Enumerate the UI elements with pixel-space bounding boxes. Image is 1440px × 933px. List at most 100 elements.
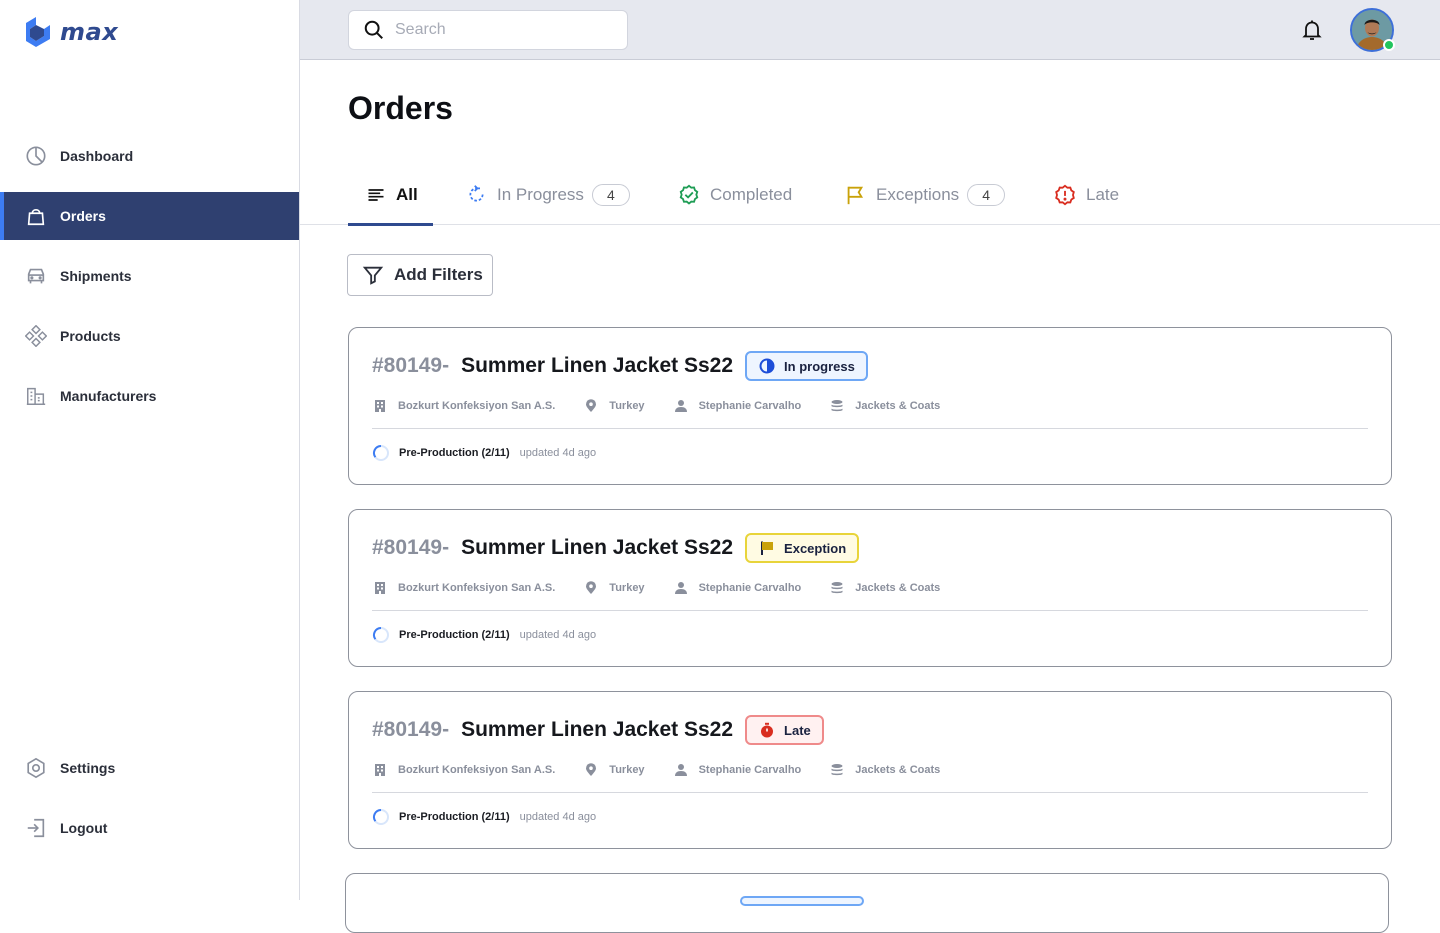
sidebar-item-settings[interactable]: Settings	[0, 744, 299, 792]
category: Jackets & Coats	[855, 400, 941, 412]
status-badge: In progress	[745, 351, 868, 381]
logout-icon	[24, 816, 48, 840]
tab-all[interactable]: All	[348, 164, 433, 226]
meta-assignee: Stephanie Carvalho	[673, 398, 802, 414]
order-id: #80149-	[372, 718, 450, 741]
meta-manufacturer: Bozkurt Konfeksiyon San A.S.	[372, 580, 555, 596]
updated-time: updated 4d ago	[519, 447, 597, 459]
status-badge-label: Exception	[784, 540, 847, 556]
updated-time: updated 4d ago	[519, 629, 597, 641]
stack-icon	[829, 762, 845, 778]
add-filters-button[interactable]: Add Filters	[347, 254, 493, 296]
tab-label: All	[396, 184, 418, 204]
filter-icon	[362, 266, 384, 285]
order-card[interactable]: #80149- Summer Linen Jacket Ss22 Excepti…	[348, 509, 1392, 667]
status-badge	[740, 896, 864, 906]
order-card-header: #80149- Summer Linen Jacket Ss22 In prog…	[372, 350, 868, 382]
stage-label: Pre-Production (2/11)	[399, 447, 510, 459]
tab-in-progress[interactable]: In Progress 4	[466, 164, 630, 225]
search-input[interactable]	[395, 21, 615, 39]
sidebar-item-shipments[interactable]: Shipments	[0, 252, 299, 300]
order-card[interactable]: #80149- Summer Linen Jacket Ss22 In prog…	[348, 327, 1392, 485]
assignee-name: Stephanie Carvalho	[698, 400, 802, 412]
sidebar-item-logout[interactable]: Logout	[0, 804, 299, 852]
sidebar-item-label: Products	[60, 328, 121, 344]
card-divider	[372, 792, 1368, 793]
status-badge-label: Late	[784, 722, 811, 738]
status-badge: Exception	[745, 533, 860, 563]
stopwatch-icon	[758, 721, 776, 739]
stage-label: Pre-Production (2/11)	[399, 811, 510, 823]
truck-icon	[24, 264, 48, 288]
flag-icon	[758, 539, 776, 557]
user-icon	[673, 398, 689, 414]
sidebar-item-label: Settings	[60, 760, 116, 776]
meta-assignee: Stephanie Carvalho	[673, 762, 801, 778]
tab-label: Late	[1086, 184, 1120, 204]
stack-icon	[829, 580, 845, 596]
order-tabs: All In Progress 4 Completed Exceptions 4…	[300, 164, 1440, 226]
updated-time: updated 4d ago	[519, 811, 597, 823]
sidebar-item-label: Shipments	[60, 268, 132, 284]
tab-late[interactable]: Late	[1054, 164, 1119, 225]
card-divider	[372, 610, 1368, 611]
list-icon	[368, 188, 384, 201]
tab-label: In Progress	[497, 184, 584, 204]
location-pin-icon	[583, 762, 599, 778]
order-id: #80149-	[372, 354, 450, 377]
progress-spinner-icon	[373, 445, 389, 461]
order-stage: Pre-Production (2/11) updated 4d ago	[372, 626, 596, 644]
stage-label: Pre-Production (2/11)	[399, 629, 510, 641]
location-pin-icon	[583, 398, 599, 414]
tab-count-badge: 4	[591, 183, 630, 206]
bell-icon[interactable]	[1300, 18, 1324, 42]
manufacturer-name: Bozkurt Konfeksiyon San A.S.	[398, 582, 556, 594]
page-title: Orders	[348, 90, 453, 126]
order-name[interactable]: Summer Linen Jacket Ss22	[461, 536, 733, 560]
sidebar-item-orders[interactable]: Orders	[0, 192, 299, 240]
factory-icon	[24, 384, 48, 408]
sidebar-item-label: Orders	[60, 208, 106, 224]
products-icon	[24, 324, 48, 348]
gear-icon	[24, 756, 48, 780]
order-id: #80149-	[372, 536, 450, 559]
sidebar-item-manufacturers[interactable]: Manufacturers	[0, 372, 299, 420]
topbar	[300, 0, 1440, 60]
order-name[interactable]: Summer Linen Jacket Ss22	[461, 718, 733, 742]
user-icon	[673, 580, 689, 596]
progress-spinner-icon	[373, 809, 389, 825]
meta-assignee: Stephanie Carvalho	[673, 580, 801, 596]
flag-icon	[847, 186, 864, 204]
manufacturer-name: Bozkurt Konfeksiyon San A.S.	[398, 400, 556, 412]
sidebar: max Dashboard Orders Shipments Products …	[0, 0, 300, 900]
sidebar-item-label: Logout	[60, 820, 108, 836]
refresh-icon	[469, 185, 484, 202]
status-badge: Late	[745, 715, 824, 745]
app-logo[interactable]: max	[22, 14, 118, 50]
app-name: max	[60, 18, 119, 46]
sidebar-item-products[interactable]: Products	[0, 312, 299, 360]
tab-label: Exceptions	[876, 184, 960, 204]
country: Turkey	[609, 764, 645, 776]
half-circle-icon	[758, 357, 776, 375]
manufacturer-name: Bozkurt Konfeksiyon San A.S.	[398, 764, 556, 776]
order-meta: Bozkurt Konfeksiyon San A.S. Turkey Step…	[372, 578, 968, 598]
tab-exceptions[interactable]: Exceptions 4	[844, 164, 1006, 225]
search-box[interactable]	[348, 10, 628, 50]
order-card[interactable]: #80149- Summer Linen Jacket Ss22 Late Bo…	[348, 691, 1392, 849]
meta-country: Turkey	[583, 580, 645, 596]
tab-label: Completed	[710, 184, 793, 204]
order-card[interactable]	[345, 873, 1389, 933]
card-divider	[372, 428, 1368, 429]
tab-completed[interactable]: Completed	[678, 164, 792, 225]
order-stage: Pre-Production (2/11) updated 4d ago	[372, 808, 596, 826]
meta-country: Turkey	[583, 398, 645, 414]
meta-country: Turkey	[583, 762, 645, 778]
order-name[interactable]: Summer Linen Jacket Ss22	[461, 354, 733, 378]
sidebar-item-label: Manufacturers	[60, 388, 157, 404]
sidebar-item-label: Dashboard	[60, 148, 134, 164]
building-icon	[372, 762, 388, 778]
status-badge-label: In progress	[784, 358, 855, 374]
location-pin-icon	[583, 580, 599, 596]
sidebar-item-dashboard[interactable]: Dashboard	[0, 132, 299, 180]
